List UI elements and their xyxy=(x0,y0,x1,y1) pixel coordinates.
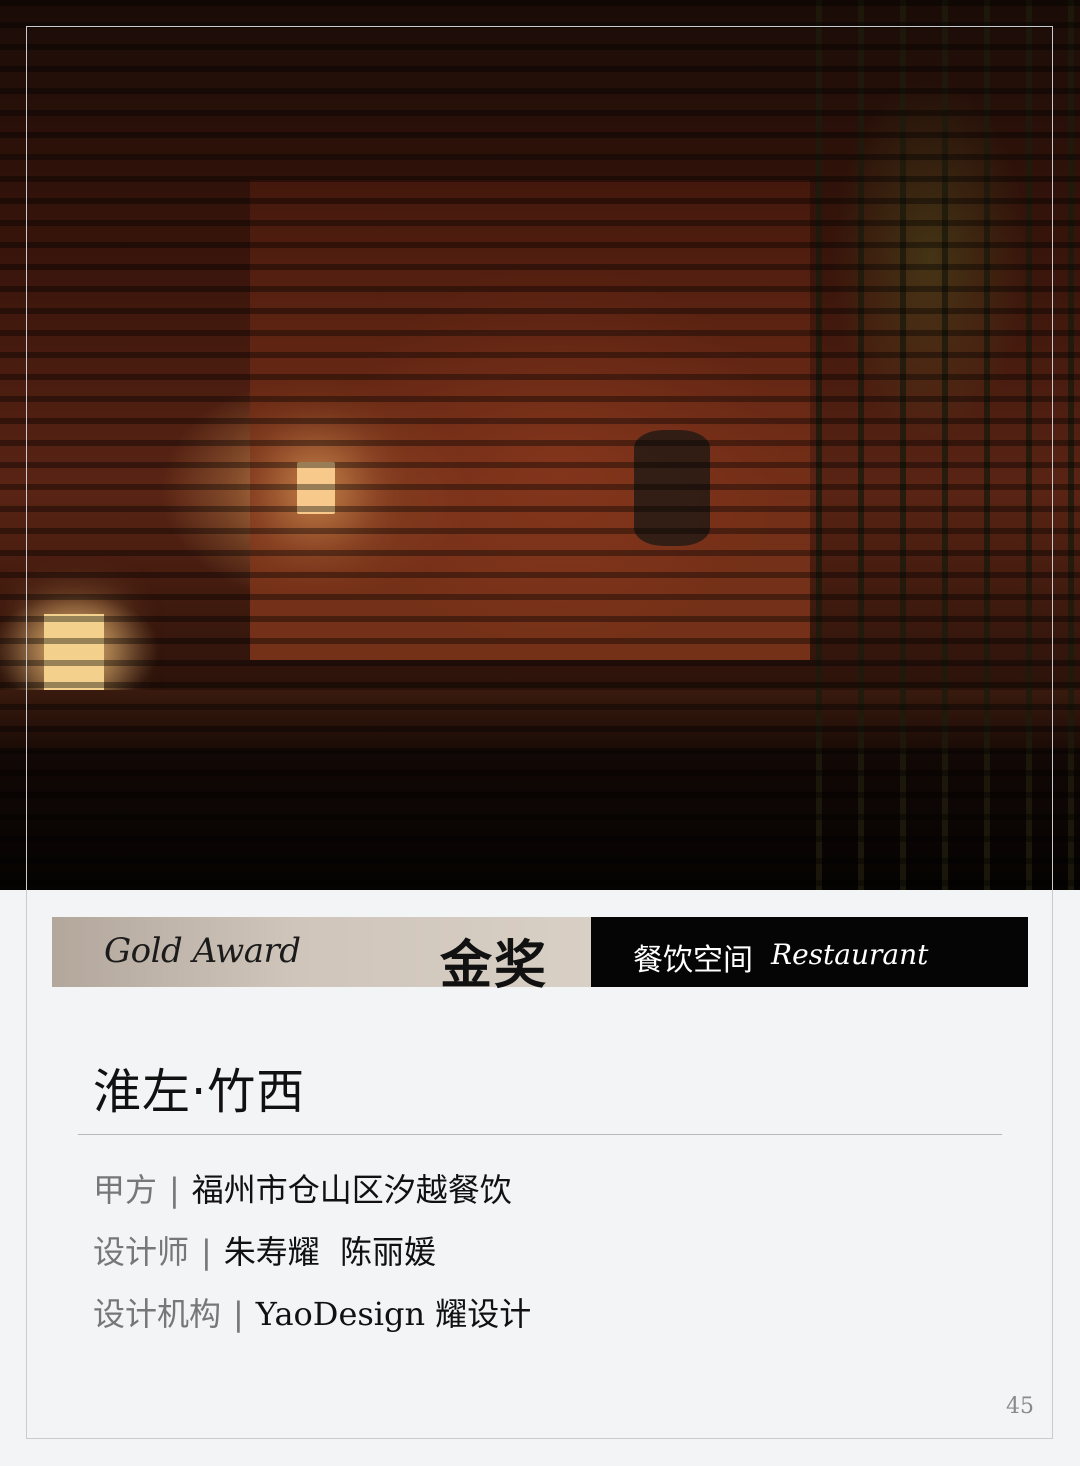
designer-label: 设计师 xyxy=(93,1233,190,1271)
category-chinese: 餐饮空间 xyxy=(633,943,753,978)
client-row: 甲方 | 福州市仓山区汐越餐饮 xyxy=(93,1170,512,1210)
photo-blinds xyxy=(0,0,1080,890)
award-english: Gold Award xyxy=(104,931,301,971)
project-title: 淮左·竹西 xyxy=(93,1064,306,1120)
designer-row: 设计师 | 朱寿耀 陈丽媛 xyxy=(93,1232,436,1272)
divider xyxy=(78,1134,1002,1135)
agency-separator: | xyxy=(233,1295,244,1333)
agency-label: 设计机构 xyxy=(93,1295,222,1333)
designer-separator: | xyxy=(201,1233,212,1271)
award-chinese: 金奖 xyxy=(440,936,549,996)
category-english: Restaurant xyxy=(771,938,929,971)
client-label: 甲方 xyxy=(93,1171,158,1209)
agency-value: YaoDesign 耀设计 xyxy=(255,1295,532,1333)
hero-photo xyxy=(0,0,1080,890)
award-bar: Gold Award 金奖 餐饮空间 Restaurant xyxy=(52,917,1028,996)
designer-value: 朱寿耀 陈丽媛 xyxy=(223,1233,437,1271)
category-badge: 餐饮空间 Restaurant xyxy=(591,917,1028,987)
client-separator: | xyxy=(169,1171,180,1209)
page-number: 45 xyxy=(1006,1394,1034,1419)
client-value: 福州市仓山区汐越餐饮 xyxy=(191,1171,512,1209)
agency-row: 设计机构 | YaoDesign 耀设计 xyxy=(93,1294,531,1334)
award-badge: Gold Award 金奖 xyxy=(52,917,591,996)
